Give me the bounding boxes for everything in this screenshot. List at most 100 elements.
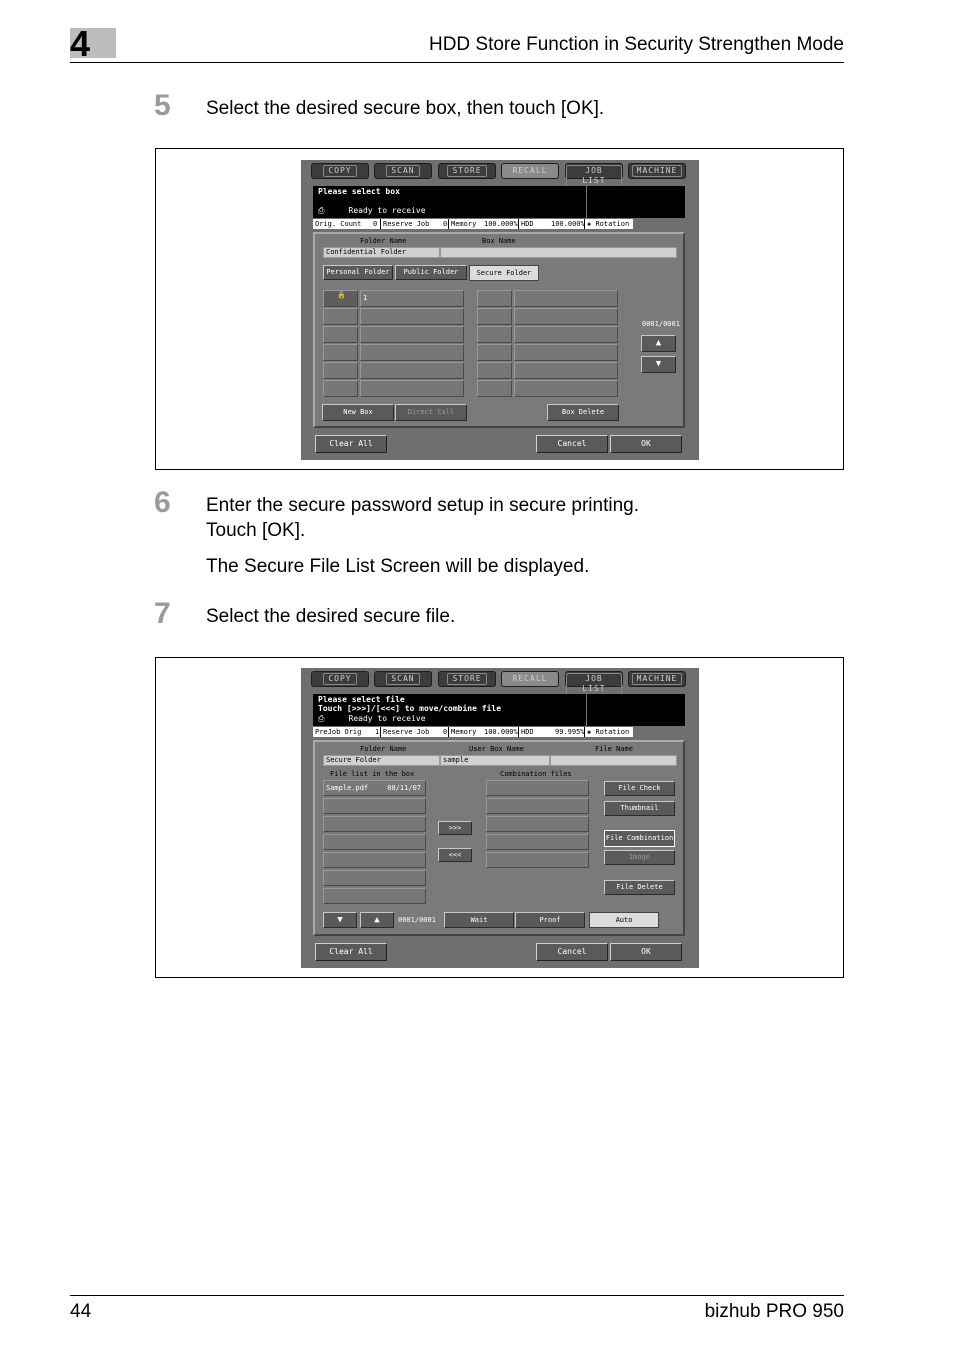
proof-button[interactable]: Proof xyxy=(515,912,585,928)
box-select-area: Folder Name Box Name Confidential Folder… xyxy=(313,232,685,428)
page-title: HDD Store Function in Security Strengthe… xyxy=(428,34,844,55)
box-item[interactable] xyxy=(514,308,618,325)
box-item[interactable] xyxy=(360,308,464,325)
figure-frame-1: COPY SCAN STORE RECALL JOB LIST MACHINE … xyxy=(155,148,844,470)
tab-recall[interactable]: RECALL xyxy=(501,163,559,179)
scroll-up-button[interactable]: ▲ xyxy=(360,912,394,928)
message-text: Please select box xyxy=(318,187,400,196)
move-right-button[interactable]: >>> xyxy=(438,821,472,835)
combination-item[interactable] xyxy=(486,852,589,868)
tab-copy[interactable]: COPY xyxy=(311,671,369,687)
rotation-icon: ◈ xyxy=(587,220,592,228)
folder-name-field: Confidential Folder xyxy=(323,247,440,258)
file-name-field xyxy=(550,755,677,766)
page-number: 44 xyxy=(70,1301,92,1322)
move-left-button[interactable]: <<< xyxy=(438,848,472,862)
file-list-item[interactable] xyxy=(323,888,426,904)
rotation-status: ◈ Rotation xyxy=(587,728,630,736)
new-box-button[interactable]: New Box xyxy=(322,404,394,421)
box-icon-cell xyxy=(477,344,512,361)
tab-job-list[interactable]: JOB LIST xyxy=(565,671,623,695)
image-button: Image xyxy=(604,850,675,865)
box-icon-cell xyxy=(477,380,512,397)
file-name-label: File Name xyxy=(595,745,633,753)
ok-button[interactable]: OK xyxy=(610,435,682,453)
box-icon-cell xyxy=(477,290,512,307)
file-combination-button[interactable]: File Combination xyxy=(604,830,675,847)
tab-scan[interactable]: SCAN xyxy=(374,163,432,179)
direct-call-button: Direct Call xyxy=(395,404,467,421)
scroll-down-button[interactable]: ▼ xyxy=(323,912,357,928)
header-rule xyxy=(70,62,844,63)
combination-item[interactable] xyxy=(486,834,589,850)
file-list-item[interactable] xyxy=(323,870,426,886)
message-area: Please select file Touch [>>>]/[<<<] to … xyxy=(313,694,586,726)
combination-item[interactable] xyxy=(486,780,589,796)
tab-store[interactable]: STORE xyxy=(438,163,496,179)
file-list-item[interactable] xyxy=(323,834,426,850)
cancel-button[interactable]: Cancel xyxy=(536,435,608,453)
file-select-area: Folder Name User Box Name File Name Secu… xyxy=(313,740,685,936)
message-text-line2: Touch [>>>]/[<<<] to move/combine file xyxy=(318,704,502,713)
box-icon-cell xyxy=(323,362,358,379)
box-item[interactable] xyxy=(360,362,464,379)
rotation-icon: ◈ xyxy=(587,728,592,736)
file-list-item[interactable] xyxy=(323,852,426,868)
file-item-date: 08/11/07 xyxy=(387,784,421,792)
file-delete-button[interactable]: File Delete xyxy=(604,880,675,895)
scroll-down-button[interactable]: ▼ xyxy=(641,356,676,373)
clear-all-button[interactable]: Clear All xyxy=(315,943,387,961)
tab-copy[interactable]: COPY xyxy=(311,163,369,179)
box-item[interactable] xyxy=(514,326,618,343)
folder-tab-secure[interactable]: Secure Folder xyxy=(469,265,539,281)
box-delete-button[interactable]: Box Delete xyxy=(547,404,619,421)
folder-name-label: Folder Name xyxy=(360,745,407,753)
lock-icon: 🔒 xyxy=(323,290,358,307)
cancel-button[interactable]: Cancel xyxy=(536,943,608,961)
box-icon-cell xyxy=(323,326,358,343)
prejob-orig-value: 1 xyxy=(375,728,380,736)
user-box-name-label: User Box Name xyxy=(469,745,524,753)
tab-recall[interactable]: RECALL xyxy=(501,671,559,687)
box-item[interactable] xyxy=(360,344,464,361)
file-list-item[interactable] xyxy=(323,816,426,832)
wait-button[interactable]: Wait xyxy=(444,912,514,928)
auto-button[interactable]: Auto xyxy=(589,912,659,928)
box-item[interactable] xyxy=(514,380,618,397)
file-list-item[interactable]: Sample.pdf 08/11/07 xyxy=(323,780,426,796)
box-item[interactable] xyxy=(360,380,464,397)
box-item[interactable] xyxy=(514,344,618,361)
reserve-job-value: 0 xyxy=(443,728,448,736)
file-check-button[interactable]: File Check xyxy=(604,781,675,796)
reserve-job-label: Reserve Job xyxy=(381,219,449,229)
touch-panel-box-select: COPY SCAN STORE RECALL JOB LIST MACHINE … xyxy=(301,160,699,460)
box-item[interactable]: 1 xyxy=(360,290,464,307)
memory-value: 100.000% xyxy=(484,728,518,736)
box-item[interactable] xyxy=(360,326,464,343)
box-item[interactable] xyxy=(514,290,618,307)
page-counter: 0001/0001 xyxy=(642,320,680,328)
figure-frame-2: COPY SCAN STORE RECALL JOB LIST MACHINE … xyxy=(155,657,844,978)
combination-item[interactable] xyxy=(486,816,589,832)
message-side-area xyxy=(586,186,685,218)
box-item[interactable] xyxy=(514,362,618,379)
thumbnail-button[interactable]: Thumbnail xyxy=(604,801,675,816)
box-name-label: Box Name xyxy=(482,237,516,245)
file-list-item[interactable] xyxy=(323,798,426,814)
tab-store[interactable]: STORE xyxy=(438,671,496,687)
printer-icon: ⎙ xyxy=(318,206,325,215)
ok-button[interactable]: OK xyxy=(610,943,682,961)
clear-all-button[interactable]: Clear All xyxy=(315,435,387,453)
tab-scan[interactable]: SCAN xyxy=(374,671,432,687)
scroll-up-button[interactable]: ▲ xyxy=(641,335,676,352)
combination-item[interactable] xyxy=(486,798,589,814)
tab-job-list[interactable]: JOB LIST xyxy=(565,163,623,187)
file-item-name: Sample.pdf xyxy=(326,784,369,792)
tab-machine[interactable]: MACHINE xyxy=(628,671,686,687)
tab-machine[interactable]: MACHINE xyxy=(628,163,686,179)
receive-status: Ready to receive xyxy=(348,714,426,723)
step-5-number: 5 xyxy=(154,89,171,122)
box-icon-cell xyxy=(323,344,358,361)
folder-tab-personal[interactable]: Personal Folder xyxy=(323,265,393,280)
folder-tab-public[interactable]: Public Folder xyxy=(395,265,467,280)
